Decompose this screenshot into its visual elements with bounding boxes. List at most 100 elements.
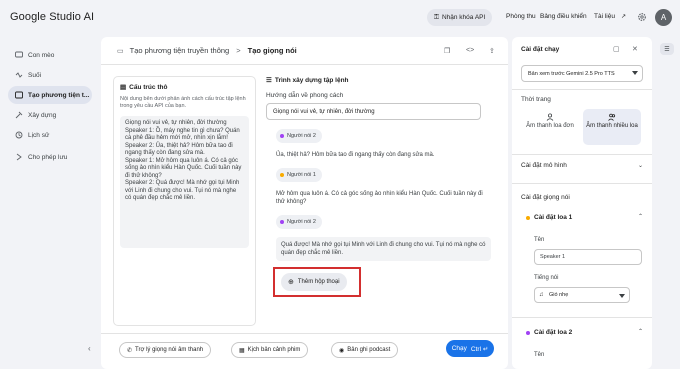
breadcrumb-media[interactable]: Tạo phương tiện truyền thông (130, 46, 230, 55)
sidebar-item-label: Suối (28, 71, 42, 79)
waveform-icon: ♫ (539, 292, 544, 298)
sidebar-item-label: Con mèo (28, 51, 55, 59)
multi-speaker-mode-button[interactable]: Âm thanh nhiều loa (583, 109, 641, 145)
film-icon: ▦ (239, 347, 245, 354)
sidebar-item-label: Xây dựng (28, 111, 57, 119)
name-label: Tên (534, 237, 545, 243)
page-title: Tạo giọng nói (247, 46, 297, 55)
media-icon (15, 91, 23, 99)
speaker1-dot (280, 173, 284, 177)
voice-assistant-template-button[interactable]: ✆ Trợ lý giọng nói âm thanh (119, 342, 212, 358)
sidebar-item-stream[interactable]: Suối (8, 66, 92, 84)
nav-studio[interactable]: Phòng thu (506, 13, 536, 20)
add-circle-icon: ⊕ (288, 279, 294, 286)
code-icon[interactable]: <> (466, 47, 475, 56)
get-api-key-button[interactable]: ⚿ Nhận khóa API (427, 9, 493, 26)
speaker2-dot (280, 220, 284, 224)
raw-structure-card: ▤ Cấu trúc thô Nội dung bên dưới phản án… (113, 76, 256, 326)
movie-scene-template-button[interactable]: ▦ Kịch bản cảnh phim (231, 342, 309, 358)
single-speaker-mode-button[interactable]: Âm thanh loa đơn (521, 109, 579, 145)
collapse-sidebar-icon[interactable]: ‹ (88, 344, 100, 358)
speaker2-settings-header[interactable]: Cài đặt loa 2 (526, 329, 572, 336)
voice-settings-section[interactable]: Cài đặt giọng nói (521, 194, 570, 201)
top-bar: Google Studio AI ⚿ Nhận khóa API Phòng t… (0, 0, 680, 36)
dialog-line-text[interactable]: Ủa, thiệt hả? Hôm bữa tao đi ngang thấy … (266, 151, 491, 159)
model-select-value: Bản xem trước Gemini 2.5 Pro TTS (528, 70, 615, 77)
breadcrumb-separator: > (236, 46, 241, 55)
chevron-up-icon[interactable]: ⌃ (638, 213, 643, 220)
divider (512, 89, 652, 90)
speaker-chip[interactable]: Người nói 2 (276, 129, 322, 143)
script-builder-title: ☰ Trình xây dựng tập lệnh (266, 76, 501, 85)
sidebar-item-chat[interactable]: Con mèo (8, 46, 92, 64)
add-dialog-button[interactable]: ⊕ Thêm hộp thoại (281, 273, 347, 291)
speaker-chip[interactable]: Người nói 2 (276, 215, 322, 229)
run-settings-panel: Cài đặt chạy ▢ ✕ Bản xem trước Gemini 2.… (512, 37, 652, 369)
nav-docs[interactable]: Tài liệu (594, 13, 615, 20)
share-icon[interactable]: ⇪ (489, 47, 498, 56)
speaker1-name-input[interactable]: Speaker 1 (534, 249, 642, 265)
tune-settings-icon[interactable]: ☰ (660, 43, 674, 55)
raw-script-box: Giọng nói vui vẻ, tự nhiên, đời thường S… (120, 116, 249, 248)
model-select[interactable]: Bản xem trước Gemini 2.5 Pro TTS (521, 65, 643, 82)
run-label: Chạy (451, 345, 467, 352)
script-builder: ☰ Trình xây dựng tập lệnh Hướng dẫn về p… (266, 76, 501, 297)
raw-structure-title: ▤ Cấu trúc thô (120, 83, 249, 92)
single-speaker-label: Âm thanh loa đơn (526, 123, 574, 129)
dialog-line-editor[interactable]: Quá được! Mà nhớ gọi tụi Minh với Linh đ… (276, 237, 491, 261)
run-button[interactable]: Chạy Ctrl ↵ (446, 340, 494, 357)
list-icon: ☰ (266, 77, 272, 84)
style-guide-label: Hướng dẫn về phong cách (266, 92, 344, 99)
sidebar-item-allow-save[interactable]: Cho phép lưu (8, 148, 92, 166)
speaker2-dot (280, 134, 284, 138)
divider (512, 154, 652, 155)
app-logo[interactable]: Google Studio AI (10, 11, 94, 23)
script-line: Speaker 2: Quá được! Mà nhớ gọi tụi Minh… (125, 180, 240, 201)
template-label: Trợ lý giọng nói âm thanh (135, 347, 204, 353)
script-line: Speaker 1: Mở hôm qua luôn á. Có cả góc … (125, 157, 242, 179)
raw-structure-title-text: Cấu trúc thô (129, 83, 168, 91)
divider (512, 317, 652, 318)
voice-label: Tiếng nói (534, 275, 559, 281)
script-line: Giọng nói vui vẻ, tự nhiên, đời thường (125, 120, 227, 126)
style-guide-input[interactable]: Giọng nói vui vẻ, tự nhiên, đời thường (266, 103, 481, 120)
sidebar-item-history[interactable]: Lịch sử (8, 126, 92, 144)
divider (512, 183, 652, 184)
sidebar-item-label: Tạo phương tiện t... (28, 91, 90, 99)
person-icon (546, 113, 554, 121)
template-label: Kịch bản cảnh phim (247, 347, 301, 353)
sidebar-item-media[interactable]: Tạo phương tiện t... (8, 86, 92, 104)
sidebar: Con mèo Suối Tạo phương tiện t... Xây dự… (0, 46, 100, 168)
key-icon: ⚿ (434, 13, 439, 21)
add-dialog-label: Thêm hộp thoại (297, 279, 340, 285)
external-link-icon: ↗ (621, 14, 627, 20)
speaker1-settings-title: Cài đặt loa 1 (534, 214, 573, 221)
model-settings-section[interactable]: Cài đặt mô hình (521, 162, 567, 169)
compare-icon[interactable]: ▢ (613, 45, 620, 53)
nav-dashboard[interactable]: Bảng điều khiển (540, 13, 587, 20)
speaker-chip-label: Người nói 2 (287, 219, 316, 225)
phone-icon: ✆ (127, 347, 133, 354)
sidebar-item-build[interactable]: Xây dựng (8, 106, 92, 124)
podcast-template-button[interactable]: ◉ Bản ghi podcast (331, 342, 399, 358)
avatar[interactable]: A (655, 9, 672, 26)
speaker1-dot (526, 215, 530, 220)
script-line: Speaker 2: Ủa, thiệt hả? Hôm bữa tao đi … (125, 142, 233, 157)
name-label: Tên (534, 352, 545, 358)
voice-select-value: Gió nhẹ (549, 292, 569, 298)
close-icon[interactable]: ✕ (632, 45, 638, 53)
gear-icon[interactable] (637, 12, 647, 22)
chevron-down-icon (632, 71, 638, 75)
dialog-line-text[interactable]: Mở hôm qua luôn á. Có cả góc sống ảo nhì… (266, 190, 491, 206)
speaker-chip[interactable]: Người nói 1 (276, 168, 322, 182)
chevron-down-icon[interactable]: ⌄ (638, 162, 643, 169)
main-footer: ✆ Trợ lý giọng nói âm thanh ▦ Kịch bản c… (101, 333, 508, 369)
history-icon (15, 131, 23, 139)
sidebar-item-label: Lịch sử (28, 131, 50, 139)
speaker1-settings-header[interactable]: Cài đặt loa 1 (526, 214, 572, 221)
voice-select[interactable]: ♫ Gió nhẹ (534, 287, 630, 303)
chevron-up-icon[interactable]: ⌃ (638, 328, 643, 335)
template-label: Bản ghi podcast (347, 347, 391, 353)
copy-icon[interactable]: ❐ (444, 47, 453, 56)
run-settings-title: Cài đặt chạy (521, 45, 560, 53)
